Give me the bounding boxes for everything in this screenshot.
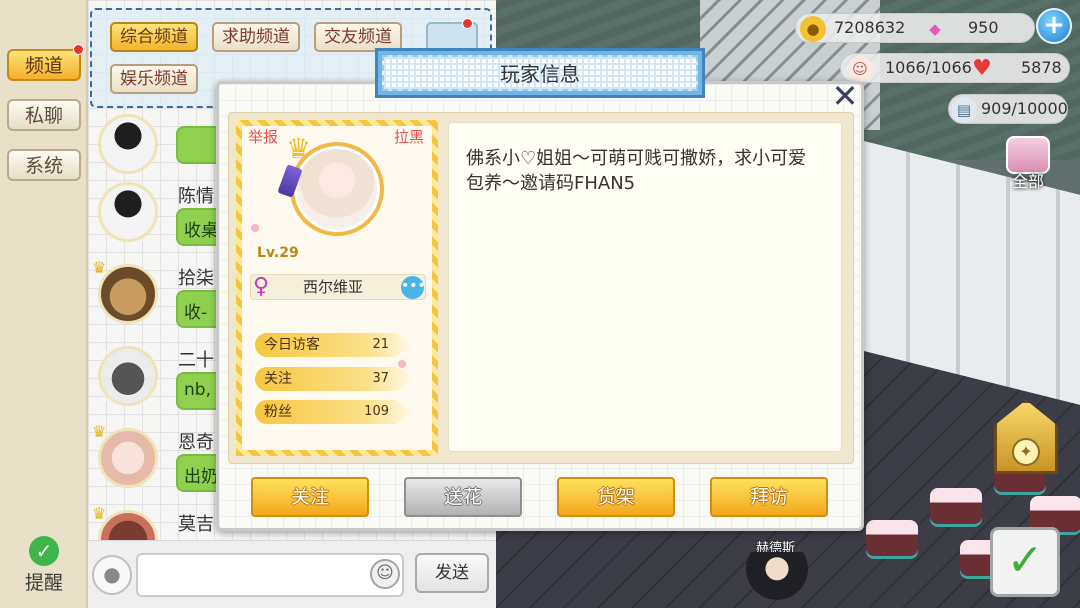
avatar[interactable] (98, 428, 158, 488)
heart-icon: ♥ (972, 56, 992, 81)
notification-dot (73, 44, 84, 55)
dialog-title-banner: 玩家信息 (375, 48, 705, 98)
shelf-cake-item[interactable] (866, 520, 918, 556)
crown-icon: ♛ (92, 258, 107, 277)
chat-input-bar: ● ☺ 发送 (88, 540, 496, 608)
shelf-button[interactable]: 货架 (557, 477, 675, 517)
check-icon: ✓ (29, 536, 59, 566)
chat-input[interactable] (136, 553, 404, 597)
visit-button[interactable]: 拜访 (710, 477, 828, 517)
gold-value: 7208632 (834, 18, 906, 37)
avatar[interactable] (98, 114, 158, 174)
decoration-dot (251, 224, 259, 232)
stat-label: 关注 (264, 371, 292, 387)
crown-icon: ♛ (286, 132, 312, 165)
emoji-icon[interactable]: ☺ (370, 559, 400, 589)
all-filter-button[interactable]: 全部 (996, 136, 1060, 194)
close-icon[interactable]: ✕ (828, 80, 862, 114)
send-button[interactable]: 发送 (415, 553, 489, 593)
gem-value: 950 (968, 18, 999, 37)
shelf-cake-item[interactable] (930, 488, 982, 524)
hearts-value: 5878 (1021, 58, 1062, 77)
dialog-title: 玩家信息 (382, 55, 698, 91)
chat-sidebar: 频道 私聊 系统 ✓ 提醒 (0, 0, 88, 608)
notification-dot (462, 18, 473, 29)
remind-toggle[interactable]: ✓ 提醒 (16, 536, 72, 596)
stat-label: 粉丝 (264, 404, 292, 420)
avatar[interactable] (98, 264, 158, 324)
sidebar-item-system[interactable]: 系统 (7, 149, 81, 181)
crown-icon: ♛ (92, 504, 107, 523)
message-sender: 拾柒 (178, 268, 214, 289)
sidebar-item-channel[interactable]: 频道 (7, 49, 81, 81)
stat-following: 关注 37 (255, 367, 415, 391)
tab-general-channel[interactable]: 综合频道 (110, 22, 198, 52)
message-sender: 陈情 (178, 186, 214, 207)
character-sprite[interactable] (744, 552, 810, 608)
stat-followers: 粉丝 109 (255, 400, 415, 424)
sidebar-item-private[interactable]: 私聊 (7, 99, 81, 131)
tab-entertainment-channel[interactable]: 娱乐频道 (110, 64, 198, 94)
follow-button[interactable]: 关注 (251, 477, 369, 517)
more-options-icon[interactable]: ••• (401, 276, 426, 299)
energy-counter: ☺ 1066/1066 ♥ 5878 (840, 53, 1070, 83)
lightbulb-icon: ✦ (1012, 438, 1040, 466)
message-sender: 莫吉 (178, 514, 214, 535)
gem-icon: ◆ (929, 20, 941, 38)
coin-icon: ● (800, 16, 826, 42)
storage-counter: ▤ 909/10000 (948, 94, 1068, 124)
avatar[interactable] (98, 182, 158, 242)
player-signature: 佛系小♡姐姐～可萌可贱可撒娇，求小可爱包养～邀请码FHAN5 (466, 148, 807, 194)
storage-value: 909/10000 (981, 99, 1068, 118)
gold-counter: ● 7208632 ◆ 950 (795, 13, 1035, 43)
remind-label: 提醒 (24, 572, 63, 594)
female-icon: ♀ (252, 274, 270, 299)
add-currency-button[interactable]: + (1036, 8, 1072, 44)
tab-help-channel[interactable]: 求助频道 (212, 22, 300, 52)
stat-value: 21 (372, 337, 389, 352)
block-button[interactable]: 拉黑 (394, 126, 424, 147)
report-button[interactable]: 举报 (248, 126, 278, 147)
stat-value: 109 (364, 404, 389, 419)
energy-value: 1066/1066 (885, 58, 972, 77)
player-name: 西尔维亚 (302, 278, 363, 296)
message-sender: 恩奇 (178, 432, 214, 453)
microphone-icon[interactable]: ● (92, 555, 132, 595)
player-level: Lv.29 (257, 245, 299, 261)
crown-icon: ♛ (92, 422, 107, 441)
stat-visitors-today: 今日访客 21 (255, 333, 415, 357)
stat-label: 今日访客 (264, 337, 320, 353)
avatar[interactable] (98, 346, 158, 406)
message-sender: 二十 (178, 350, 214, 371)
stat-value: 37 (372, 371, 389, 386)
confirm-button[interactable]: ✓ (990, 527, 1060, 597)
storage-icon: ▤ (951, 97, 977, 123)
all-filter-label: 全部 (1011, 172, 1044, 191)
send-flower-button[interactable]: 送花 (404, 477, 522, 517)
